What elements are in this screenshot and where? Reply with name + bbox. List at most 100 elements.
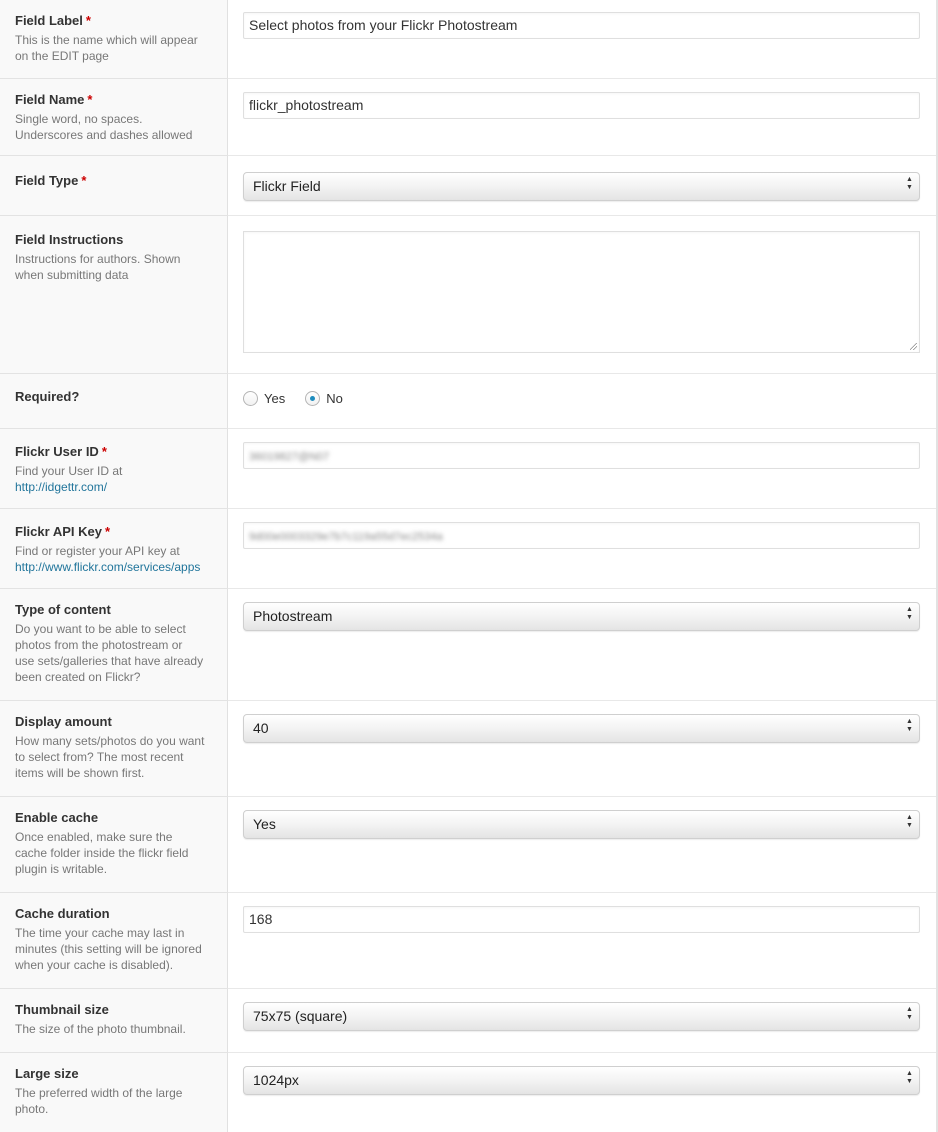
select-value: 75x75 (square): [253, 1008, 348, 1024]
desc-line: Do you want to be able to select: [15, 622, 186, 636]
desc-line: items will be shown first.: [15, 766, 145, 780]
desc-line: minutes (this setting will be ignored: [15, 942, 202, 956]
row-large-size: Large size The preferred width of the la…: [0, 1053, 936, 1132]
flickr-user-id-title: Flickr User ID *: [15, 444, 107, 459]
field-cell: 36019827@N07: [228, 429, 936, 508]
input-value: 9d00e0003329e7b7c119a55d7ec2534a: [249, 531, 443, 543]
select-value: 40: [253, 720, 269, 736]
field-cell: Yes No: [228, 374, 936, 428]
desc-line: The time your cache may last in: [15, 926, 185, 940]
row-flickr-api-key: Flickr API Key * Find or register your AP…: [0, 509, 936, 588]
label-cell: Enable cache Once enabled, make sure the…: [0, 797, 228, 892]
field-label-title: Field Label *: [15, 13, 91, 28]
desc-line: Find or register your API key at: [15, 544, 180, 558]
label-cell: Field Name * Single word, no spaces. Unde…: [0, 79, 228, 155]
field-instructions-textarea[interactable]: [243, 231, 920, 353]
large-size-select[interactable]: 1024px ▲ ▼: [243, 1066, 920, 1095]
select-value: Yes: [253, 816, 276, 832]
select-value: Flickr Field: [253, 178, 321, 194]
desc-line: Instructions for authors. Shown: [15, 252, 181, 266]
display-amount-select[interactable]: 40 ▲ ▼: [243, 714, 920, 743]
large-size-title: Large size: [15, 1066, 79, 1081]
large-size-description: The preferred width of the large photo.: [15, 1085, 212, 1117]
thumbnail-size-description: The size of the photo thumbnail.: [15, 1021, 212, 1037]
field-label-input[interactable]: Select photos from your Flickr Photostre…: [243, 12, 920, 39]
resize-grip-icon[interactable]: [910, 343, 917, 350]
enable-cache-title: Enable cache: [15, 810, 99, 825]
display-amount-description: How many sets/photos do you want to sele…: [15, 733, 212, 781]
required-title: Required?: [15, 389, 80, 404]
field-instructions-title: Field Instructions: [15, 232, 124, 247]
row-field-type: Field Type * Flickr Field ▲ ▼: [0, 156, 936, 215]
flickr-api-key-input[interactable]: 9d00e0003329e7b7c119a55d7ec2534a: [243, 522, 920, 549]
field-cell: 75x75 (square) ▲ ▼: [228, 989, 936, 1052]
field-cell: [228, 216, 936, 373]
flickr-api-key-description: Find or register your API key at http://…: [15, 543, 212, 575]
enable-cache-description: Once enabled, make sure the cache folder…: [15, 829, 212, 877]
field-instructions-description: Instructions for authors. Shown when sub…: [15, 251, 212, 283]
required-asterisk: *: [101, 444, 107, 459]
desc-line: plugin is writable.: [15, 862, 108, 876]
row-field-label: Field Label * This is the name which will…: [0, 0, 936, 78]
row-type-of-content: Type of content Do you want to be able t…: [0, 589, 936, 700]
idgettr-link[interactable]: http://idgettr.com/: [15, 479, 212, 495]
display-amount-title: Display amount: [15, 714, 112, 729]
flickr-user-id-description: Find your User ID at http://idgettr.com/: [15, 463, 212, 495]
select-arrows-icon: ▲ ▼: [906, 606, 913, 621]
desc-line: been created on Flickr?: [15, 670, 141, 684]
type-of-content-title: Type of content: [15, 602, 111, 617]
input-value: flickr_photostream: [249, 97, 364, 113]
label-cell: Field Instructions Instructions for auth…: [0, 216, 228, 373]
required-asterisk: *: [81, 173, 87, 188]
desc-line: when your cache is disabled).: [15, 958, 174, 972]
field-name-input[interactable]: flickr_photostream: [243, 92, 920, 119]
row-field-instructions: Field Instructions Instructions for auth…: [0, 216, 936, 373]
desc-line: The preferred width of the large: [15, 1086, 183, 1100]
enable-cache-select[interactable]: Yes ▲ ▼: [243, 810, 920, 839]
type-of-content-select[interactable]: Photostream ▲ ▼: [243, 602, 920, 631]
cache-duration-title: Cache duration: [15, 906, 110, 921]
required-asterisk: *: [85, 13, 91, 28]
label-cell: Field Label * This is the name which will…: [0, 0, 228, 78]
field-type-title: Field Type *: [15, 173, 87, 188]
desc-line: when submitting data: [15, 268, 129, 282]
row-cache-duration: Cache duration The time your cache may l…: [0, 893, 936, 988]
desc-line: photos from the photostream or: [15, 638, 183, 652]
thumbnail-size-select[interactable]: 75x75 (square) ▲ ▼: [243, 1002, 920, 1031]
flickr-services-link[interactable]: http://www.flickr.com/services/apps: [15, 559, 212, 575]
field-cell: 168: [228, 893, 936, 988]
desc-line: Once enabled, make sure the: [15, 830, 173, 844]
input-value: 36019827@N07: [249, 451, 330, 463]
radio-label: No: [326, 391, 343, 406]
required-option-no[interactable]: No: [305, 391, 343, 406]
field-cell: 40 ▲ ▼: [228, 701, 936, 796]
flickr-user-id-input[interactable]: 36019827@N07: [243, 442, 920, 469]
input-value: 168: [249, 911, 273, 927]
desc-line: use sets/galleries that have already: [15, 654, 204, 668]
select-arrows-icon: ▲ ▼: [906, 718, 913, 733]
desc-line: Underscores and dashes allowed: [15, 128, 193, 142]
field-name-description: Single word, no spaces. Underscores and …: [15, 111, 212, 143]
radio-button[interactable]: [305, 391, 321, 406]
required-radio-group: Yes No: [243, 391, 363, 406]
cache-duration-description: The time your cache may last in minutes …: [15, 925, 212, 973]
required-option-yes[interactable]: Yes: [243, 391, 285, 406]
radio-button[interactable]: [243, 391, 258, 406]
desc-line: Single word, no spaces.: [15, 112, 143, 126]
row-flickr-user-id: Flickr User ID * Find your User ID at htt…: [0, 429, 936, 508]
thumbnail-size-title: Thumbnail size: [15, 1002, 109, 1017]
row-required: Required? Yes No: [0, 374, 936, 428]
desc-line: to select from? The most recent: [15, 750, 184, 764]
field-name-title: Field Name *: [15, 92, 93, 107]
input-value: Select photos from your Flickr Photostre…: [249, 17, 518, 33]
cache-duration-input[interactable]: 168: [243, 906, 920, 933]
label-cell: Required?: [0, 374, 228, 428]
field-cell: 9d00e0003329e7b7c119a55d7ec2534a: [228, 509, 936, 588]
field-type-select[interactable]: Flickr Field ▲ ▼: [243, 172, 920, 201]
desc-line: Find your User ID at: [15, 464, 123, 478]
required-asterisk: *: [87, 92, 93, 107]
field-cell: Flickr Field ▲ ▼: [228, 156, 936, 215]
field-cell: Yes ▲ ▼: [228, 797, 936, 892]
row-thumbnail-size: Thumbnail size The size of the photo thu…: [0, 989, 936, 1052]
label-cell: Type of content Do you want to be able t…: [0, 589, 228, 700]
